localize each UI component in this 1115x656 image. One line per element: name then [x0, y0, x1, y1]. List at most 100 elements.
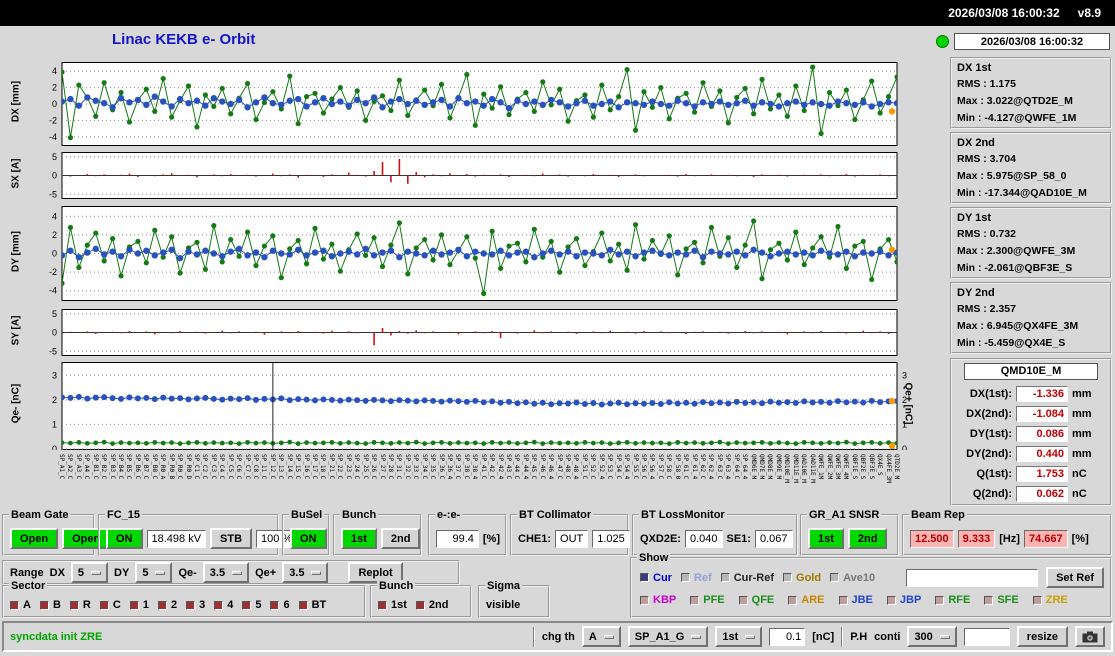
conti-toggle[interactable]: conti	[874, 631, 900, 643]
sector-checkbox-2[interactable]: 2	[157, 599, 177, 611]
ee-ratio-value: 99.4	[436, 529, 479, 548]
stat-min: Min : -5.459@QX4E_S	[957, 337, 1066, 349]
show-checkbox-qfe[interactable]: QFE	[738, 594, 774, 606]
interval-select[interactable]: 300	[907, 626, 957, 647]
bpm-label: SP_42_4	[496, 454, 504, 480]
bpm-label: QMD7E_M	[758, 454, 766, 480]
svg-text:-4: -4	[49, 132, 57, 142]
checkbox-label: BT	[311, 599, 327, 611]
checkbox-icon	[415, 600, 425, 610]
q-axis-label: Qe- [nC]	[10, 383, 22, 424]
show-checkbox-cur-ref[interactable]: Cur-Ref	[720, 572, 774, 584]
bpm-monitor-rows: DX(1st): -1.336 mm DX(2nd): -1.084 mm DY(1st):…	[956, 384, 1106, 504]
x-axis-labels: SP_A1_C SP_A2_C SP_A3_C SP_A4_C SP_B1_C SP_B2…	[0, 452, 950, 510]
sector-checkbox-4[interactable]: 4	[214, 599, 233, 611]
chg-th-toggle[interactable]: chg th	[542, 631, 575, 643]
sector-checkbox-b[interactable]: B	[39, 599, 61, 611]
range-dx-label: DX	[49, 566, 65, 579]
show-checkbox-kbp[interactable]: KBP	[640, 594, 676, 606]
bpm-label: SP_17_C	[311, 454, 319, 480]
qxd2e-value: 0.040	[684, 529, 723, 548]
monitor-value: -1.084	[1016, 406, 1068, 422]
show-checkbox-jbe[interactable]: JBE	[838, 594, 873, 606]
busel-on-button[interactable]: ON	[290, 528, 327, 549]
bpm-label: SP_45_C	[530, 454, 538, 480]
show-checkbox-rfe[interactable]: RFE	[935, 594, 970, 606]
svg-text:0: 0	[52, 444, 57, 450]
monitor-row: Q(2nd): 0.062 nC	[956, 484, 1106, 504]
show-checkbox-zre[interactable]: ZRE	[1032, 594, 1068, 606]
checkbox-icon	[640, 573, 649, 582]
bpm-label: SP_18_C	[319, 454, 327, 480]
sector-checkbox-5[interactable]: 5	[242, 599, 261, 611]
bpm-label: SP_B1_C	[91, 454, 99, 480]
threshold-entry[interactable]: 0.1	[769, 627, 806, 646]
monitor-value: 0.440	[1016, 446, 1068, 462]
show-checkbox-ave10[interactable]: Ave10	[830, 572, 875, 584]
svg-text:4: 4	[52, 66, 57, 76]
checkbox-icon	[886, 595, 896, 605]
show-checkbox-ref[interactable]: Ref	[680, 572, 712, 584]
svg-text:4: 4	[52, 211, 57, 221]
sector-checkbox-a[interactable]: A	[10, 599, 31, 611]
checkbox-icon	[99, 600, 109, 610]
bunch-2nd-button[interactable]: 2nd	[380, 528, 421, 549]
checkbox-icon	[935, 595, 945, 605]
show-checkbox-gold[interactable]: Gold	[783, 572, 821, 584]
resize-button[interactable]: resize	[1016, 626, 1068, 647]
bpm-label: SP_35_C	[429, 454, 437, 480]
show-checkbox-cur[interactable]: Cur	[640, 572, 672, 584]
sigma-visible-label[interactable]: visible	[486, 599, 520, 611]
bpm-label: SP_A2_C	[66, 454, 74, 480]
stat-title: DY 1st	[957, 212, 992, 224]
sidebar-datetime: 2026/03/08 16:00:32	[954, 33, 1110, 50]
bunch-checkbox-2nd[interactable]: 2nd	[415, 599, 448, 611]
app-window: 2026/03/08 16:00:32 v8.9 Linac KEKB e- O…	[0, 0, 1115, 656]
sector-select[interactable]: A	[581, 626, 621, 647]
range-qem-select[interactable]: 3.5	[202, 562, 250, 583]
sector-checkbox-bt[interactable]: BT	[298, 599, 327, 611]
show-checkbox-sfe[interactable]: SFE	[984, 594, 1019, 606]
fc15-stb-button[interactable]: STB	[210, 528, 253, 549]
range-dy-select[interactable]: 5	[135, 562, 173, 583]
bpm-label: SP_R0_C	[176, 454, 184, 480]
ee-ratio-unit: [%]	[482, 532, 500, 545]
sector-checkbox-1[interactable]: 1	[129, 599, 149, 611]
stat-box-dy-2nd: DY 2nd RMS : 2.357 Max : 6.945@QX4FE_3M Min…	[950, 282, 1112, 354]
bunch-1st-button[interactable]: 1st	[341, 528, 377, 549]
gr-a1-2nd-button[interactable]: 2nd	[847, 528, 888, 549]
bpm-label: SP_44_C	[513, 454, 521, 480]
show-checkbox-pfe[interactable]: PFE	[690, 594, 725, 606]
camera-button[interactable]	[1075, 626, 1105, 647]
ref-name-entry[interactable]	[906, 568, 1039, 587]
fc15-on-button[interactable]: ON	[106, 528, 143, 549]
qxd2e-label: QXD2E:	[640, 532, 681, 545]
show-checkbox-jbp[interactable]: JBP	[886, 594, 921, 606]
beam-rep-hz-label: [Hz]	[999, 532, 1020, 545]
range-qep-select[interactable]: 3.5	[282, 562, 329, 583]
sector-checkbox-6[interactable]: 6	[270, 599, 290, 611]
sector-checkbox-r[interactable]: R	[69, 599, 91, 611]
set-ref-button[interactable]: Set Ref	[1046, 567, 1104, 588]
bpm-label: QMD8E_M	[766, 454, 774, 480]
range-dx-select[interactable]: 5	[70, 562, 109, 583]
show-row-1: Cur Ref Cur-Ref Gold Ave10 Set Ref	[640, 567, 1104, 588]
ph-toggle[interactable]: P.H	[850, 631, 867, 643]
beam-gate-open-button-1[interactable]: Open	[10, 528, 59, 549]
bunch-checkbox-1st[interactable]: 1st	[378, 599, 407, 611]
bunch-number-select[interactable]: 1st	[715, 626, 763, 647]
bpm-label: SP_B6_C	[133, 454, 141, 480]
checkbox-label: B	[52, 599, 61, 611]
bpm-label: SP_A3_C	[74, 454, 82, 480]
show-checkbox-are[interactable]: ARE	[788, 594, 825, 606]
blank-entry[interactable]	[963, 627, 1010, 646]
device-select[interactable]: SP_A1_G	[627, 626, 709, 647]
bpm-label: SP_R0_A	[159, 454, 167, 480]
gr-a1-1st-button[interactable]: 1st	[808, 528, 844, 549]
checkbox-icon	[129, 600, 139, 610]
bpm-label: SP_C6_C	[235, 454, 243, 480]
sector-checkbox-c[interactable]: C	[99, 599, 121, 611]
sector-checkbox-3[interactable]: 3	[186, 599, 205, 611]
dy-plot: 4 2 0 -2 -4	[30, 206, 920, 304]
svg-text:0: 0	[52, 99, 57, 109]
